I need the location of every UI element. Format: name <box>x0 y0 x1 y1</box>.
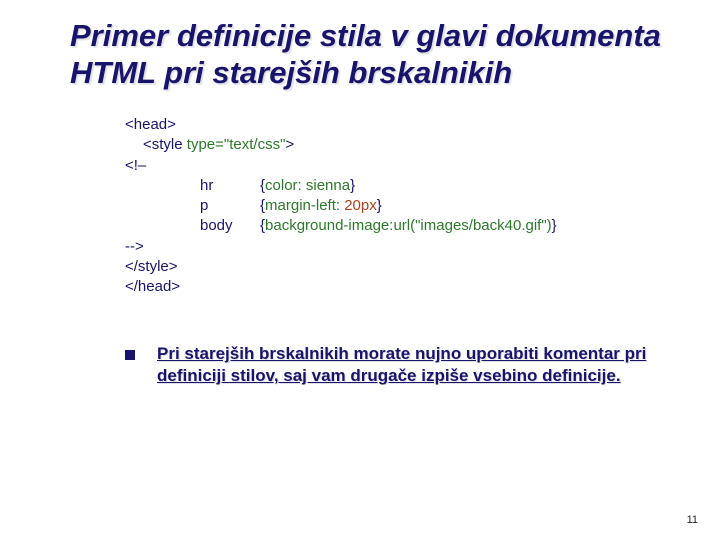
code-head-close: </head> <box>125 277 680 297</box>
code-style-open-post: > <box>285 136 294 153</box>
code-rule-body: body {background-image:url("images/back4… <box>125 216 680 236</box>
code-head-open: <head> <box>125 115 680 135</box>
code-block: <head> <style type="text/css"> <!– hr {c… <box>125 115 680 297</box>
page-number: 11 <box>687 514 698 526</box>
rule-prop: color: <box>265 177 302 194</box>
rule-val: 20px <box>340 197 377 214</box>
rule-brace-close: } <box>350 177 355 194</box>
slide-title: Primer definicije stila v glavi dokument… <box>70 18 680 91</box>
rule-selector: hr <box>200 176 260 196</box>
rule-selector: p <box>200 196 260 216</box>
code-style-open: <style type="text/css"> <box>125 135 680 155</box>
rule-val: url("images/back40.gif") <box>393 217 551 234</box>
code-rule-hr: hr {color: sienna} <box>125 176 680 196</box>
rule-brace-close: } <box>552 217 557 234</box>
code-style-open-pre: <style <box>143 136 187 153</box>
code-style-open-attr: type="text/css" <box>187 136 286 153</box>
code-comment-close: --> <box>125 237 680 257</box>
bullet-icon <box>125 350 135 360</box>
rule-brace-close: } <box>377 197 382 214</box>
code-style-close: </style> <box>125 257 680 277</box>
code-rule-p: p {margin-left: 20px} <box>125 196 680 216</box>
rule-prop: background-image: <box>265 217 393 234</box>
rule-val: sienna <box>302 177 350 194</box>
code-comment-open: <!– <box>125 156 680 176</box>
rule-prop: margin-left: <box>265 197 340 214</box>
rule-selector: body <box>200 216 260 236</box>
note-text: Pri starejših brskalnikih morate nujno u… <box>157 343 680 387</box>
note-row: Pri starejših brskalnikih morate nujno u… <box>125 343 680 387</box>
